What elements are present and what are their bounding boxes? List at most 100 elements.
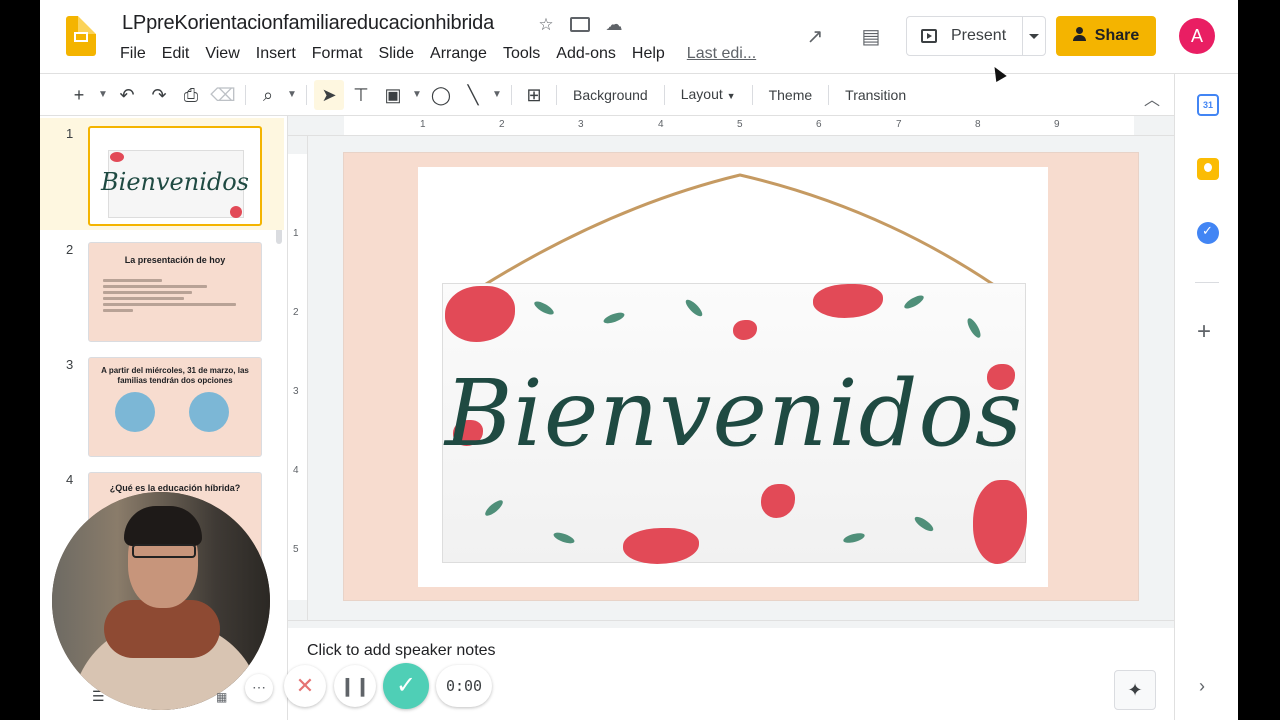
speaker-notes-placeholder[interactable]: Click to add speaker notes — [307, 642, 496, 660]
slides-logo-icon[interactable] — [66, 16, 96, 56]
slide-thumbnail-2[interactable]: 2 La presentación de hoy — [40, 234, 284, 346]
toolbar-divider — [556, 84, 557, 105]
account-avatar[interactable]: A — [1179, 18, 1215, 54]
notes-resize-handle[interactable] — [288, 620, 1174, 628]
menu-addons[interactable]: Add-ons — [548, 44, 624, 64]
shape-icon[interactable]: ◯ — [426, 80, 456, 110]
text-box-icon[interactable]: ⊤ — [346, 80, 376, 110]
present-dropdown-button[interactable] — [1023, 33, 1045, 39]
flower-icon — [733, 320, 757, 340]
horizontal-ruler[interactable]: 1 2 3 4 5 6 7 8 9 — [288, 116, 1174, 136]
current-slide[interactable]: Bienvenidos — [344, 153, 1138, 600]
grid-view-icon[interactable]: ▦ — [216, 690, 227, 704]
webcam-bubble[interactable] — [52, 492, 270, 710]
print-icon[interactable]: ⎙ — [176, 80, 206, 110]
menu-edit[interactable]: Edit — [154, 44, 198, 64]
app-header: LPpreKorientacionfamiliareducacionhibrid… — [40, 0, 1238, 74]
slide-thumbnail-1[interactable]: 1 Bienvenidos — [40, 118, 284, 230]
last-edit-link[interactable]: Last edi... — [679, 44, 764, 64]
person-icon — [1072, 27, 1087, 42]
ruler-label: 3 — [293, 386, 299, 397]
comments-icon[interactable]: ▤ — [858, 24, 884, 50]
side-panel: 31 + › — [1174, 74, 1238, 720]
ruler-label: 6 — [816, 119, 822, 130]
flower-icon — [813, 284, 883, 318]
toolbar-divider — [828, 84, 830, 105]
leaf-icon — [602, 310, 626, 326]
flower-icon — [230, 206, 242, 218]
redo-icon[interactable]: ↷ — [144, 80, 174, 110]
recorder-finish-button[interactable]: ✓ — [383, 663, 429, 709]
move-folder-icon[interactable] — [570, 17, 590, 32]
zoom-icon[interactable]: ⌕ — [253, 80, 283, 110]
ruler-label: 3 — [578, 119, 584, 130]
menu-file[interactable]: File — [112, 44, 154, 64]
explore-button[interactable]: ✦ — [1114, 670, 1156, 710]
flower-icon — [973, 480, 1027, 564]
tasks-icon[interactable] — [1197, 222, 1219, 244]
add-addon-icon[interactable]: + — [1197, 318, 1211, 346]
select-cursor-icon[interactable]: ➤ — [314, 79, 344, 110]
leaf-icon — [965, 316, 983, 340]
hanging-rope — [477, 173, 995, 291]
star-icon[interactable]: ☆ — [536, 15, 556, 35]
slide-canvas[interactable]: Bienvenidos — [308, 136, 1174, 620]
toolbar-divider — [663, 84, 665, 105]
ruler-label: 5 — [737, 119, 743, 130]
menu-format[interactable]: Format — [304, 44, 371, 64]
menu-view[interactable]: View — [197, 44, 247, 64]
image-dropdown[interactable]: ▼ — [410, 80, 424, 110]
layout-button[interactable]: Layout ▼ — [671, 79, 746, 111]
zoom-dropdown[interactable]: ▼ — [285, 80, 299, 110]
recorder-timer: 0:00 — [436, 665, 492, 707]
new-slide-dropdown[interactable]: ▼ — [96, 80, 110, 110]
menu-slide[interactable]: Slide — [370, 44, 422, 64]
cloud-status-icon[interactable]: ☁ — [604, 15, 624, 35]
menu-tools[interactable]: Tools — [495, 44, 548, 64]
add-comment-icon[interactable]: ⊞ — [519, 80, 549, 110]
menu-insert[interactable]: Insert — [248, 44, 304, 64]
share-button[interactable]: Share — [1056, 16, 1156, 56]
leaf-icon — [483, 497, 505, 519]
keep-icon[interactable] — [1197, 158, 1219, 180]
document-title[interactable]: LPpreKorientacionfamiliareducacionhibrid… — [122, 12, 494, 35]
activity-trend-icon[interactable]: ↗ — [802, 24, 828, 50]
undo-icon[interactable]: ↶ — [112, 80, 142, 110]
editing-toolbar: + ▼ ↶ ↷ ⎙ ⌫ ⌕ ▼ ➤ ⊤ ▣ ▼ ◯ ╲ ▼ ⊞ Backgrou… — [40, 74, 1174, 116]
present-button-group: Present — [906, 16, 1046, 56]
theme-button[interactable]: Theme — [759, 80, 823, 110]
welcome-image[interactable]: Bienvenidos — [418, 167, 1048, 587]
recorder-discard-button[interactable]: ✕ — [284, 665, 326, 707]
menu-arrange[interactable]: Arrange — [422, 44, 495, 64]
expand-panel-icon[interactable]: › — [1199, 676, 1205, 697]
leaf-icon — [842, 531, 866, 545]
leaf-icon — [902, 293, 926, 311]
paint-format-icon[interactable]: ⌫ — [208, 80, 238, 110]
background-button[interactable]: Background — [563, 80, 658, 110]
slide-thumbnail-3[interactable]: 3 A partir del miércoles, 31 de marzo, l… — [40, 349, 284, 461]
ruler-label: 2 — [293, 307, 299, 318]
collapse-toolbar-icon[interactable]: ︿ — [1144, 86, 1160, 110]
slide-number: 3 — [66, 357, 74, 372]
toolbar-divider — [245, 84, 246, 105]
slide-thumb: La presentación de hoy — [88, 242, 262, 342]
line-icon[interactable]: ╲ — [458, 80, 488, 110]
ruler-label: 8 — [975, 119, 981, 130]
flower-icon — [761, 484, 795, 518]
line-dropdown[interactable]: ▼ — [490, 80, 504, 110]
vertical-ruler[interactable]: 1 2 3 4 5 — [288, 136, 308, 620]
webcam-person-glasses — [132, 544, 196, 558]
calendar-icon[interactable]: 31 — [1197, 94, 1219, 116]
present-button[interactable]: Present — [907, 17, 1023, 55]
menu-help[interactable]: Help — [624, 44, 673, 64]
slide-number: 2 — [66, 242, 74, 257]
recorder-pause-button[interactable]: ❙❙ — [334, 665, 376, 707]
toolbar-divider — [306, 84, 307, 105]
flower-icon — [623, 528, 699, 564]
image-icon[interactable]: ▣ — [378, 80, 408, 110]
recorder-more-button[interactable]: ⋯ — [245, 674, 273, 702]
new-slide-button[interactable]: + — [64, 80, 94, 110]
leaf-icon — [912, 514, 936, 534]
transition-button[interactable]: Transition — [835, 80, 916, 110]
caret-down-icon: ▼ — [726, 90, 736, 101]
